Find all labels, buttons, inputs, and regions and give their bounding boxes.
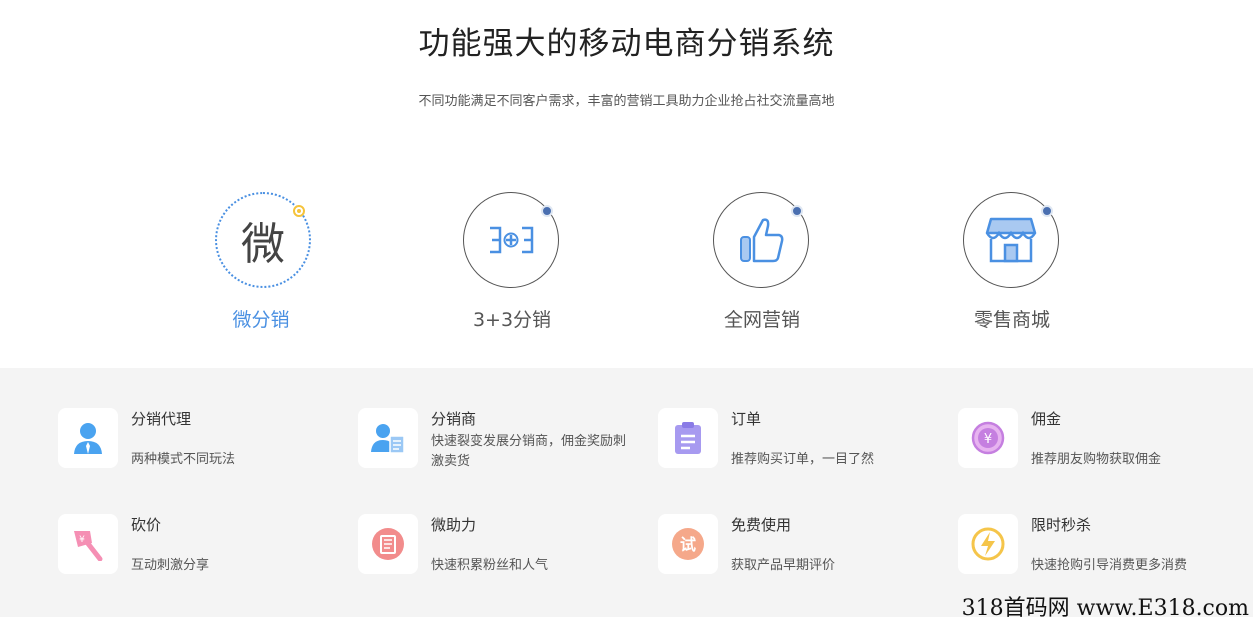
page-subtitle: 不同功能满足不同客户需求，丰富的营销工具助力企业抢占社交流量高地 — [418, 94, 835, 109]
feature-desc: 获取产品早期评价 — [731, 558, 836, 573]
tab-three-plus-three[interactable]: 3+3分销 — [413, 190, 573, 340]
watermark-text: 318首码网 www.E318.com — [961, 596, 1249, 617]
feature-name: 免费使用 — [731, 516, 792, 534]
clipboard-icon — [658, 408, 718, 468]
feature-item-commission[interactable]: ¥ 佣金 推荐朋友购物获取佣金 — [958, 408, 1238, 478]
feature-item-agent[interactable]: 分销代理 两种模式不同玩法 — [58, 408, 338, 478]
feature-desc: 推荐购买订单，一目了然 — [731, 452, 875, 467]
trial-icon: 试 — [658, 514, 718, 574]
feature-name: 佣金 — [1031, 410, 1062, 428]
feature-desc: 两种模式不同玩法 — [131, 452, 236, 467]
feature-desc: 推荐朋友购物获取佣金 — [1031, 452, 1162, 467]
features-section: 分销代理 两种模式不同玩法 分销商 快速裂变发展分销商，佣金奖励刺激卖货 订单 … — [0, 368, 1253, 617]
feature-name: 分销代理 — [131, 410, 192, 428]
tab-label: 零售商城 — [973, 309, 1050, 331]
lightning-icon — [958, 514, 1018, 574]
feature-item-order[interactable]: 订单 推荐购买订单，一目了然 — [658, 408, 938, 478]
tab-full-network-marketing[interactable]: 全网营销 — [663, 190, 823, 340]
feature-name: 分销商 — [431, 410, 477, 428]
wei-character-icon: 微 — [241, 219, 285, 270]
three-plus-three-icon — [463, 192, 559, 288]
feature-desc: 快速积累粉丝和人气 — [431, 558, 549, 573]
tab-label: 微分销 — [232, 309, 290, 331]
tab-label: 3+3分销 — [472, 309, 552, 331]
svg-text:¥: ¥ — [79, 535, 85, 545]
tab-label: 全网营销 — [723, 309, 800, 331]
feature-item-free-trial[interactable]: 试 免费使用 获取产品早期评价 — [658, 514, 938, 584]
thumbs-up-icon — [713, 192, 809, 288]
tab-retail-mall[interactable]: 零售商城 — [913, 190, 1073, 340]
storefront-icon — [963, 192, 1059, 288]
agent-person-icon — [58, 408, 118, 468]
feature-item-bargain[interactable]: ¥ 砍价 互动刺激分享 — [58, 514, 338, 584]
svg-text:试: 试 — [680, 535, 696, 554]
hero-section: 功能强大的移动电商分销系统 不同功能满足不同客户需求，丰富的营销工具助力企业抢占… — [0, 0, 1253, 368]
feature-desc: 快速抢购引导消费更多消费 — [1031, 558, 1188, 573]
feature-name: 砍价 — [131, 516, 162, 534]
feature-item-micro-assist[interactable]: 微助力 快速积累粉丝和人气 — [358, 514, 638, 584]
feature-item-flash-sale[interactable]: 限时秒杀 快速抢购引导消费更多消费 — [958, 514, 1238, 584]
feature-desc: 互动刺激分享 — [131, 558, 210, 573]
page-title: 功能强大的移动电商分销系统 — [418, 26, 835, 62]
feature-name: 微助力 — [431, 516, 477, 534]
axe-icon: ¥ — [58, 514, 118, 574]
distributor-icon — [358, 408, 418, 468]
svg-text:¥: ¥ — [984, 432, 992, 447]
feature-item-distributor[interactable]: 分销商 快速裂变发展分销商，佣金奖励刺激卖货 — [358, 408, 638, 478]
feature-name: 限时秒杀 — [1031, 516, 1092, 534]
feature-desc: 快速裂变发展分销商，佣金奖励刺激卖货 — [431, 434, 627, 469]
feature-name: 订单 — [731, 410, 762, 428]
tab-wei-distribution[interactable]: 微 微分销 — [165, 190, 325, 340]
yen-coin-icon: ¥ — [958, 408, 1018, 468]
booklet-icon — [358, 514, 418, 574]
